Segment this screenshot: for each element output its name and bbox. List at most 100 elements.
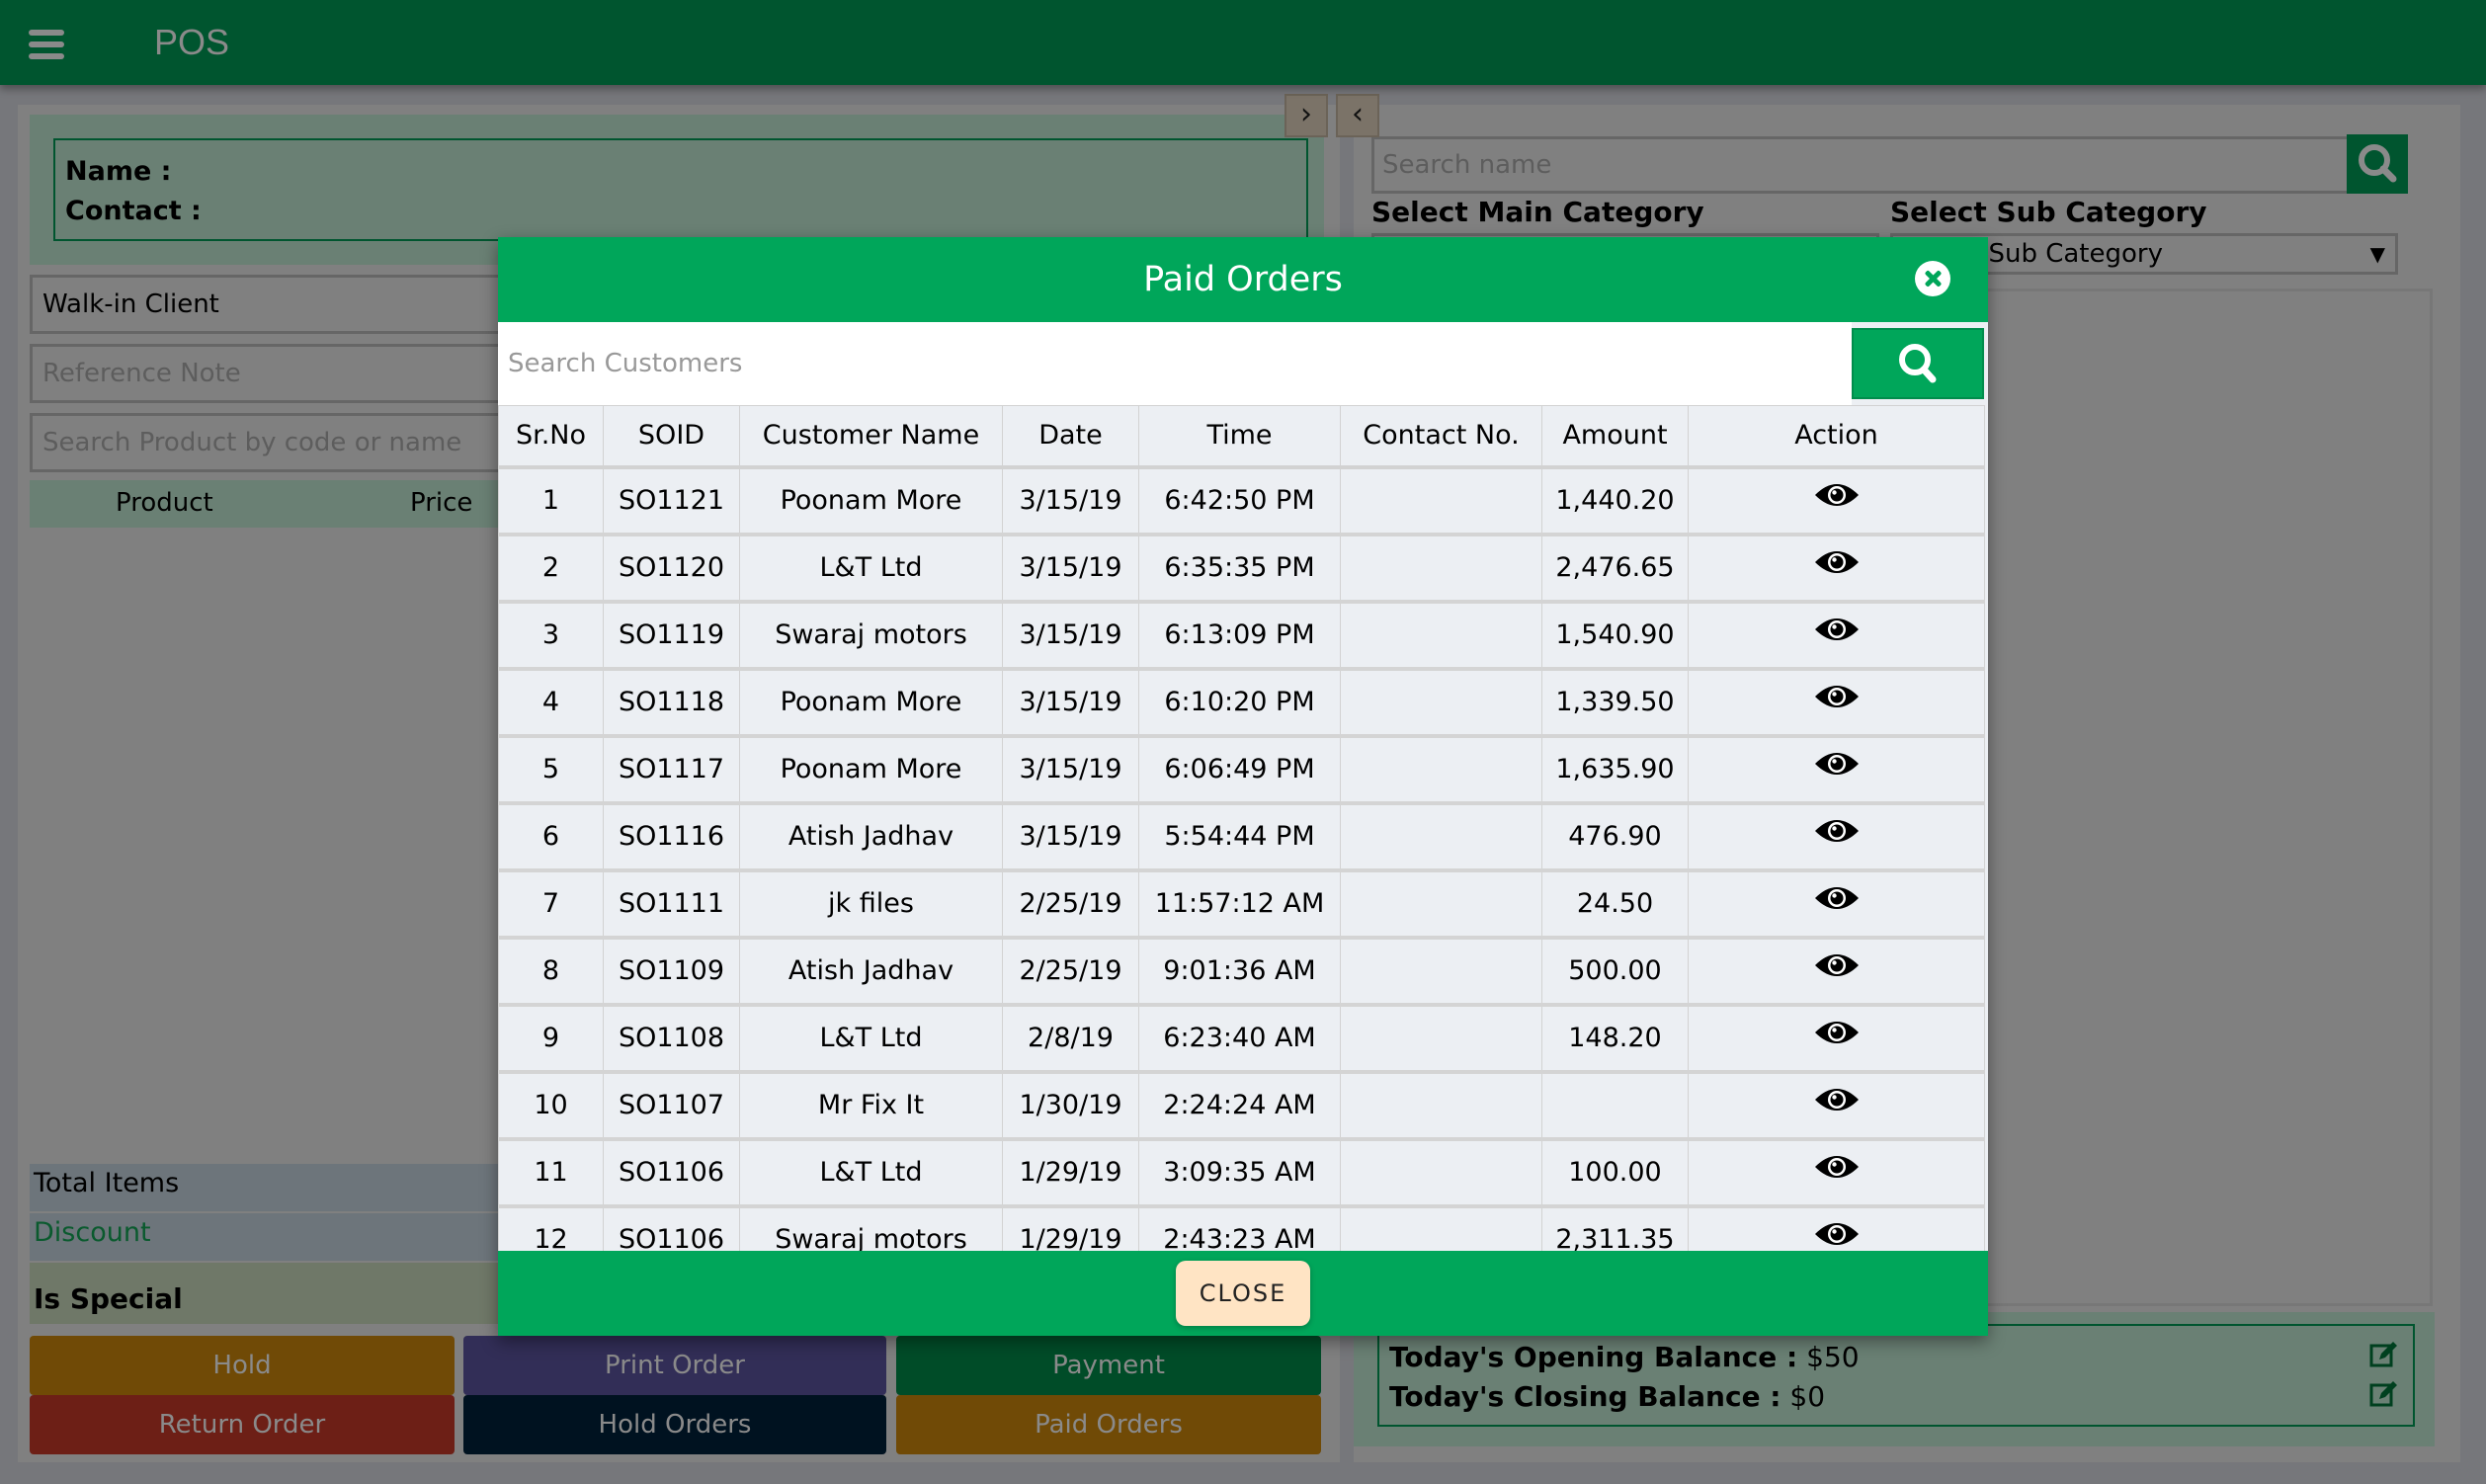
eye-icon[interactable] xyxy=(1813,949,1861,981)
cell-contact xyxy=(1340,1138,1542,1208)
orders-table: Sr.No SOID Customer Name Date Time Conta… xyxy=(498,405,1985,1251)
eye-icon[interactable] xyxy=(1813,1151,1861,1183)
cell-date: 3/15/19 xyxy=(1002,466,1139,536)
cell-action xyxy=(1688,1205,1985,1251)
eye-icon[interactable] xyxy=(1813,1084,1861,1115)
eye-icon[interactable] xyxy=(1813,546,1861,578)
modal-title: Paid Orders xyxy=(1143,260,1343,299)
col-header-contact: Contact No. xyxy=(1340,405,1542,469)
cell-customer: Atish Jadhav xyxy=(739,802,1003,872)
cell-date: 3/15/19 xyxy=(1002,735,1139,805)
close-icon[interactable] xyxy=(1915,261,1950,296)
price-column-header: Price xyxy=(410,488,473,518)
closing-balance: Today's Closing Balance : $0 xyxy=(1389,1377,2403,1417)
customer-search-bar xyxy=(498,322,1988,405)
cell-action xyxy=(1688,668,1985,738)
cell-soid: SO1107 xyxy=(603,1071,740,1141)
col-header-date: Date xyxy=(1002,405,1139,469)
cell-soid: SO1120 xyxy=(603,534,740,604)
cell-customer: L&T Ltd xyxy=(739,1004,1003,1074)
col-header-customer: Customer Name xyxy=(739,405,1003,469)
customer-search-button[interactable] xyxy=(1852,328,1984,399)
cell-time: 6:06:49 PM xyxy=(1138,735,1341,805)
table-header-row: Sr.No SOID Customer Name Date Time Conta… xyxy=(498,405,1985,469)
cell-date: 3/15/19 xyxy=(1002,534,1139,604)
cell-contact xyxy=(1340,668,1542,738)
print-order-button[interactable]: Print Order xyxy=(463,1336,886,1395)
customer-contact-label: Contact : xyxy=(65,196,202,226)
cell-amount: 24.50 xyxy=(1541,869,1689,940)
product-search-button[interactable] xyxy=(2347,134,2408,194)
cell-customer: Poonam More xyxy=(739,735,1003,805)
eye-icon[interactable] xyxy=(1813,882,1861,914)
cell-soid: SO1117 xyxy=(603,735,740,805)
opening-balance: Today's Opening Balance : $50 xyxy=(1389,1338,2403,1377)
search-icon xyxy=(1899,344,1937,383)
eye-icon[interactable] xyxy=(1813,1218,1861,1250)
cell-action xyxy=(1688,937,1985,1007)
chevron-left-icon[interactable]: ‹ xyxy=(1336,94,1379,137)
cell-date: 2/8/19 xyxy=(1002,1004,1139,1074)
cell-srno: 4 xyxy=(498,668,604,738)
cell-soid: SO1106 xyxy=(603,1138,740,1208)
product-column-header: Product xyxy=(116,488,213,518)
eye-icon[interactable] xyxy=(1813,748,1861,780)
edit-opening-balance-icon[interactable] xyxy=(2369,1340,2399,1369)
closing-balance-label: Today's Closing Balance : xyxy=(1389,1380,1782,1413)
table-row: 2 SO1120 L&T Ltd 3/15/19 6:35:35 PM 2,476.65 xyxy=(498,534,1985,604)
cell-time: 3:09:35 AM xyxy=(1138,1138,1341,1208)
cell-action xyxy=(1688,1071,1985,1141)
product-name-search-input[interactable]: Search name xyxy=(1371,136,2360,194)
eye-icon[interactable] xyxy=(1813,815,1861,847)
cell-srno: 1 xyxy=(498,466,604,536)
hold-orders-button[interactable]: Hold Orders xyxy=(463,1395,886,1454)
cell-date: 3/15/19 xyxy=(1002,668,1139,738)
cell-srno: 6 xyxy=(498,802,604,872)
closing-balance-value: $0 xyxy=(1789,1380,1826,1413)
cell-contact xyxy=(1340,1004,1542,1074)
cell-amount: 1,339.50 xyxy=(1541,668,1689,738)
hold-button[interactable]: Hold xyxy=(30,1336,455,1395)
cell-action xyxy=(1688,534,1985,604)
customer-name-label: Name : xyxy=(65,156,172,187)
table-row: 10 SO1107 Mr Fix It 1/30/19 2:24:24 AM xyxy=(498,1071,1985,1141)
cell-amount: 1,540.90 xyxy=(1541,601,1689,671)
cell-time: 6:10:20 PM xyxy=(1138,668,1341,738)
hamburger-icon[interactable] xyxy=(29,30,64,59)
cell-action xyxy=(1688,802,1985,872)
cell-time: 6:23:40 AM xyxy=(1138,1004,1341,1074)
cell-date: 3/15/19 xyxy=(1002,802,1139,872)
cell-amount: 100.00 xyxy=(1541,1138,1689,1208)
cell-customer: Poonam More xyxy=(739,466,1003,536)
edit-closing-balance-icon[interactable] xyxy=(2369,1379,2399,1409)
customer-search-input[interactable] xyxy=(498,322,1852,405)
chevron-right-icon[interactable]: › xyxy=(1284,94,1328,137)
cell-time: 5:54:44 PM xyxy=(1138,802,1341,872)
eye-icon[interactable] xyxy=(1813,681,1861,712)
main-category-label: Select Main Category xyxy=(1371,196,1704,228)
close-button[interactable]: CLOSE xyxy=(1176,1261,1310,1326)
return-order-button[interactable]: Return Order xyxy=(30,1395,455,1454)
eye-icon[interactable] xyxy=(1813,614,1861,645)
payment-button[interactable]: Payment xyxy=(896,1336,1321,1395)
table-row: 5 SO1117 Poonam More 3/15/19 6:06:49 PM 1,635… xyxy=(498,735,1985,805)
cell-date: 1/29/19 xyxy=(1002,1205,1139,1251)
eye-icon[interactable] xyxy=(1813,1017,1861,1048)
orders-table-container[interactable]: Sr.No SOID Customer Name Date Time Conta… xyxy=(498,405,1988,1251)
discount-label[interactable]: Discount xyxy=(34,1217,151,1248)
paid-orders-button[interactable]: Paid Orders xyxy=(896,1395,1321,1454)
search-icon xyxy=(2359,144,2397,183)
cell-action xyxy=(1688,1004,1985,1074)
eye-icon[interactable] xyxy=(1813,479,1861,511)
cell-time: 9:01:36 AM xyxy=(1138,937,1341,1007)
table-row: 4 SO1118 Poonam More 3/15/19 6:10:20 PM 1,339… xyxy=(498,668,1985,738)
cell-customer: Atish Jadhav xyxy=(739,937,1003,1007)
cell-soid: SO1119 xyxy=(603,601,740,671)
modal-header: Paid Orders xyxy=(498,237,1988,322)
col-header-soid: SOID xyxy=(603,405,740,469)
cell-srno: 12 xyxy=(498,1205,604,1251)
cell-amount xyxy=(1541,1071,1689,1141)
cell-amount: 476.90 xyxy=(1541,802,1689,872)
table-row: 9 SO1108 L&T Ltd 2/8/19 6:23:40 AM 148.20 xyxy=(498,1004,1985,1074)
cell-time: 2:24:24 AM xyxy=(1138,1071,1341,1141)
